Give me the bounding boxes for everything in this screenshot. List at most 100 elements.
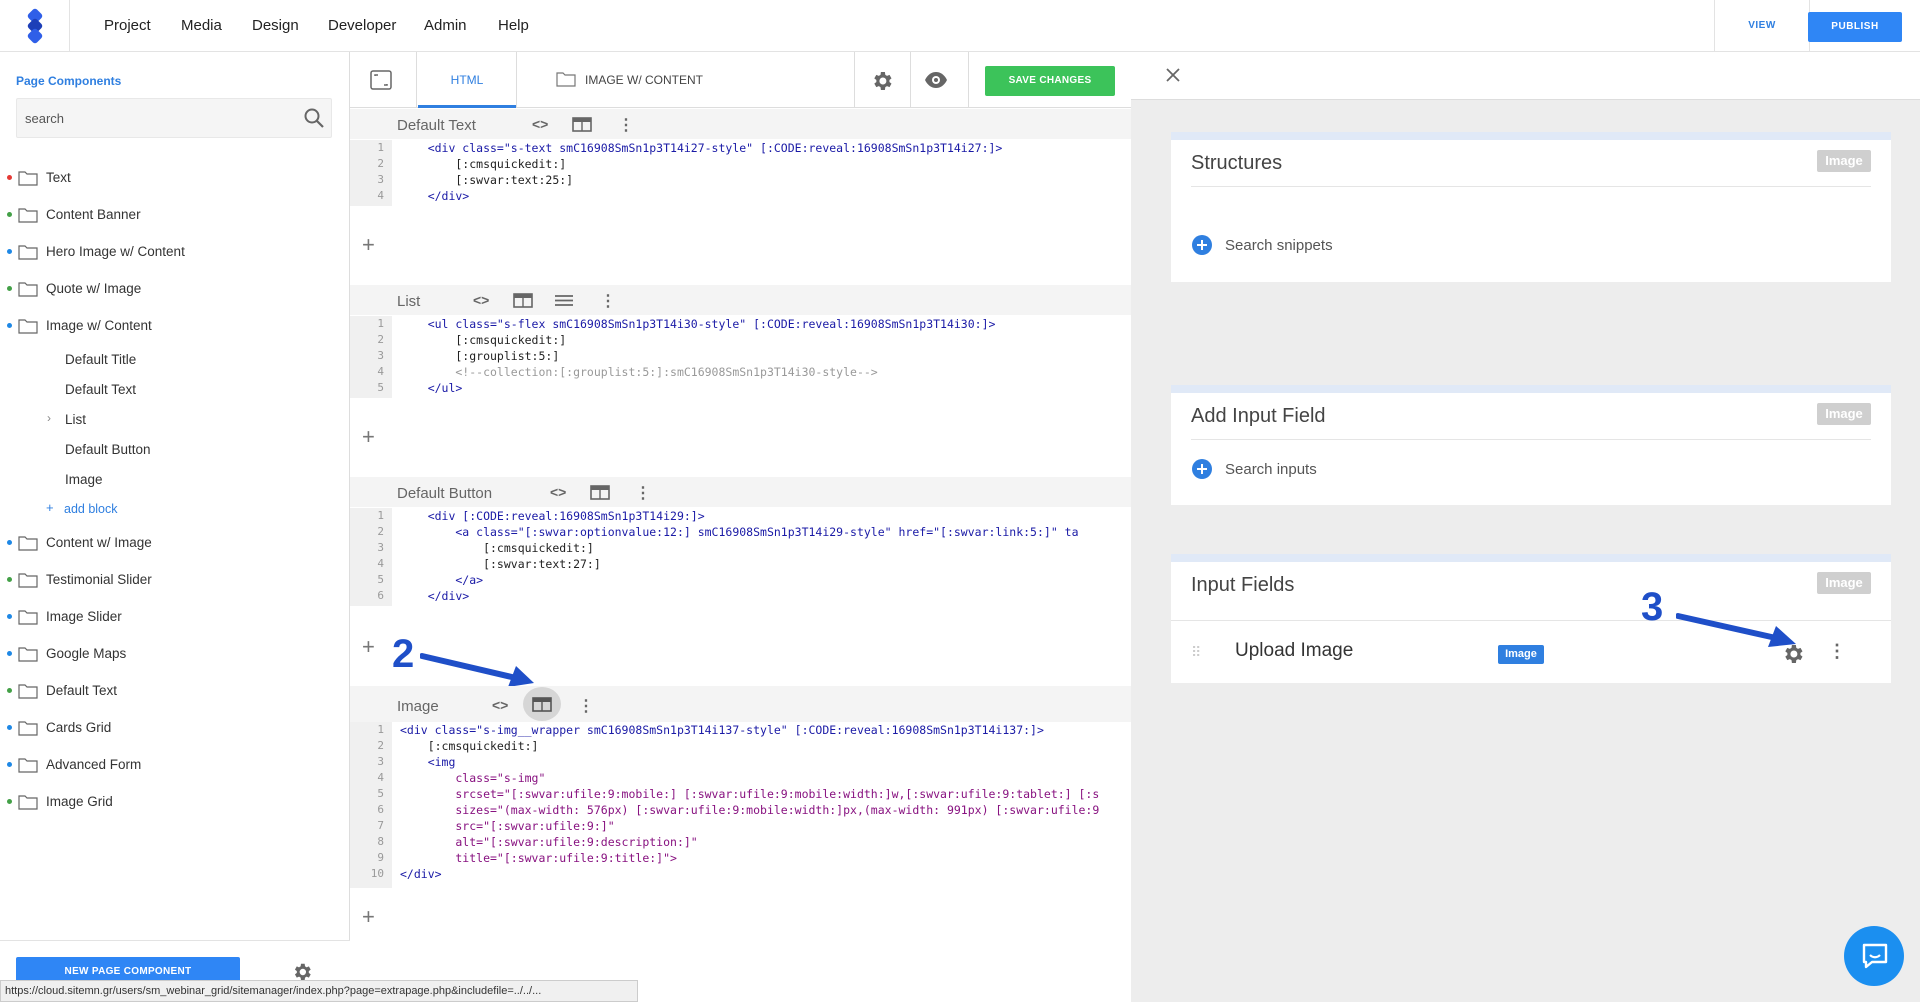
sidebar-subitem-default-text[interactable]: Default Text [65, 382, 136, 397]
line-number: 1 [377, 141, 384, 154]
sidebar-item-content-image[interactable]: Content w/ Image [0, 528, 348, 558]
code-line: alt="[:swvar:ufile:9:description:]" [400, 835, 698, 849]
sidebar-item-image-grid[interactable]: Image Grid [0, 787, 348, 817]
sidebar-item-hero-image[interactable]: Hero Image w/ Content [0, 237, 348, 267]
layout-icon[interactable] [513, 293, 533, 313]
search-icon[interactable] [303, 107, 325, 134]
gear-icon[interactable] [870, 69, 894, 98]
field-label: Upload Image [1235, 640, 1354, 661]
code-block-image[interactable]: 1 2 3 4 5 6 7 8 9 10 <div class="s-img__… [350, 722, 1131, 888]
code-line: <div class="s-img__wrapper smC16908SmSn1… [400, 723, 1044, 737]
chat-button[interactable] [1844, 926, 1904, 986]
more-vert-icon[interactable]: ⋮ [635, 483, 651, 503]
add-line-icon[interactable]: + [362, 424, 375, 450]
folder-icon [18, 572, 38, 591]
preview-frame-icon[interactable] [370, 70, 392, 95]
code-icon[interactable]: <> [550, 484, 566, 500]
nav-design[interactable]: Design [252, 0, 299, 52]
sidebar-item-cards-grid[interactable]: Cards Grid [0, 713, 348, 743]
status-dot [7, 286, 12, 291]
structures-card: Structures Image Search snippets [1171, 132, 1891, 282]
list-icon[interactable] [554, 293, 574, 313]
sidebar-item-default-text[interactable]: Default Text [0, 676, 348, 706]
code-block-default-text[interactable]: 1 2 3 4 <div class="s-text smC16908SmSn1… [350, 140, 1131, 206]
nav-project[interactable]: Project [104, 0, 151, 52]
add-input-field-card: Add Input Field Image Search inputs [1171, 385, 1891, 505]
more-vert-icon[interactable]: ⋮ [600, 291, 616, 311]
sidebar-item-label: Default Text [46, 683, 118, 698]
layout-icon[interactable] [590, 485, 610, 505]
nav-developer[interactable]: Developer [328, 0, 396, 52]
search-input[interactable]: search [16, 98, 332, 138]
add-block-icon[interactable]: + [46, 500, 54, 515]
sidebar-subitem-default-title[interactable]: Default Title [65, 352, 136, 367]
drag-handle-icon[interactable]: ⠿ [1191, 644, 1201, 661]
tab-html[interactable]: HTML [418, 52, 516, 108]
folder-icon [18, 794, 38, 813]
code-line: </a> [400, 573, 484, 587]
code-icon[interactable]: <> [473, 292, 489, 308]
code-block-list[interactable]: 1 2 3 4 5 <ul class="s-flex smC16908SmSn… [350, 316, 1131, 398]
more-vert-icon[interactable]: ⋮ [618, 115, 634, 135]
add-circle-icon[interactable] [1192, 235, 1212, 260]
sidebar-item-quote-image[interactable]: Quote w/ Image [0, 274, 348, 304]
code-line: [:grouplist:5:] [400, 349, 560, 363]
nav-admin[interactable]: Admin [424, 0, 467, 52]
close-icon[interactable] [1165, 67, 1181, 88]
sidebar-item-image-slider[interactable]: Image Slider [0, 602, 348, 632]
status-dot [7, 577, 12, 582]
code-line: </ul> [400, 381, 463, 395]
line-number: 3 [377, 541, 384, 554]
app-logo-icon[interactable] [0, 0, 70, 52]
code-block-default-button[interactable]: 1 2 3 4 5 6 <div [:CODE:reveal:16908SmSn… [350, 508, 1131, 606]
eye-icon[interactable] [924, 70, 948, 95]
line-number: 1 [377, 317, 384, 330]
more-vert-icon[interactable]: ⋮ [1828, 641, 1846, 662]
panel-header [1131, 52, 1920, 100]
sidebar-item-label: Text [46, 170, 71, 185]
top-nav-bar: Project Media Design Developer Admin Hel… [0, 0, 1920, 52]
more-vert-icon[interactable]: ⋮ [578, 696, 594, 716]
chevron-right-icon[interactable]: › [47, 411, 51, 425]
sidebar-subitem-list[interactable]: List [65, 412, 86, 427]
tab-image-content[interactable]: IMAGE W/ CONTENT [585, 73, 703, 87]
code-icon[interactable]: <> [492, 697, 508, 713]
sidebar-item-content-banner[interactable]: Content Banner [0, 200, 348, 230]
page-components-sidebar: Page Components search Text Content Bann… [0, 52, 350, 1002]
code-line: [:swvar:text:27:] [400, 557, 601, 571]
code-line: <div class="s-text smC16908SmSn1p3T14i27… [400, 141, 1003, 155]
sidebar-item-google-maps[interactable]: Google Maps [0, 639, 348, 669]
sidebar-item-testimonial-slider[interactable]: Testimonial Slider [0, 565, 348, 595]
search-inputs-link[interactable]: Search inputs [1225, 461, 1317, 478]
divider [1191, 186, 1871, 187]
save-changes-button[interactable]: SAVE CHANGES [985, 66, 1115, 96]
publish-button[interactable]: PUBLISH [1808, 12, 1902, 42]
add-circle-icon[interactable] [1192, 459, 1212, 484]
sidebar-item-image-content[interactable]: Image w/ Content [0, 311, 348, 341]
folder-icon [18, 281, 38, 300]
add-line-icon[interactable]: + [362, 634, 375, 660]
block-title: Default Button [397, 485, 493, 502]
status-dot [7, 762, 12, 767]
divider [854, 52, 855, 108]
sidebar-subitem-image[interactable]: Image [65, 472, 103, 487]
nav-media[interactable]: Media [181, 0, 222, 52]
sidebar-item-text[interactable]: Text [0, 163, 348, 193]
code-line: title="[:swvar:ufile:9:title:]"> [400, 851, 677, 865]
layout-icon[interactable] [532, 697, 552, 717]
folder-icon [18, 535, 38, 554]
sidebar-item-advanced-form[interactable]: Advanced Form [0, 750, 348, 780]
code-icon[interactable]: <> [532, 116, 548, 132]
sidebar-subitem-default-button[interactable]: Default Button [65, 442, 151, 457]
nav-help[interactable]: Help [498, 0, 529, 52]
code-line: </div> [400, 867, 442, 881]
add-line-icon[interactable]: + [362, 232, 375, 258]
layout-icon[interactable] [572, 117, 592, 137]
status-dot [7, 688, 12, 693]
search-snippets-link[interactable]: Search snippets [1225, 237, 1333, 254]
code-line: <div [:CODE:reveal:16908SmSn1p3T14i29:]> [400, 509, 705, 523]
line-number: 1 [377, 723, 384, 736]
view-button[interactable]: VIEW [1714, 0, 1810, 52]
add-line-icon[interactable]: + [362, 904, 375, 930]
add-block-link[interactable]: add block [64, 502, 118, 516]
